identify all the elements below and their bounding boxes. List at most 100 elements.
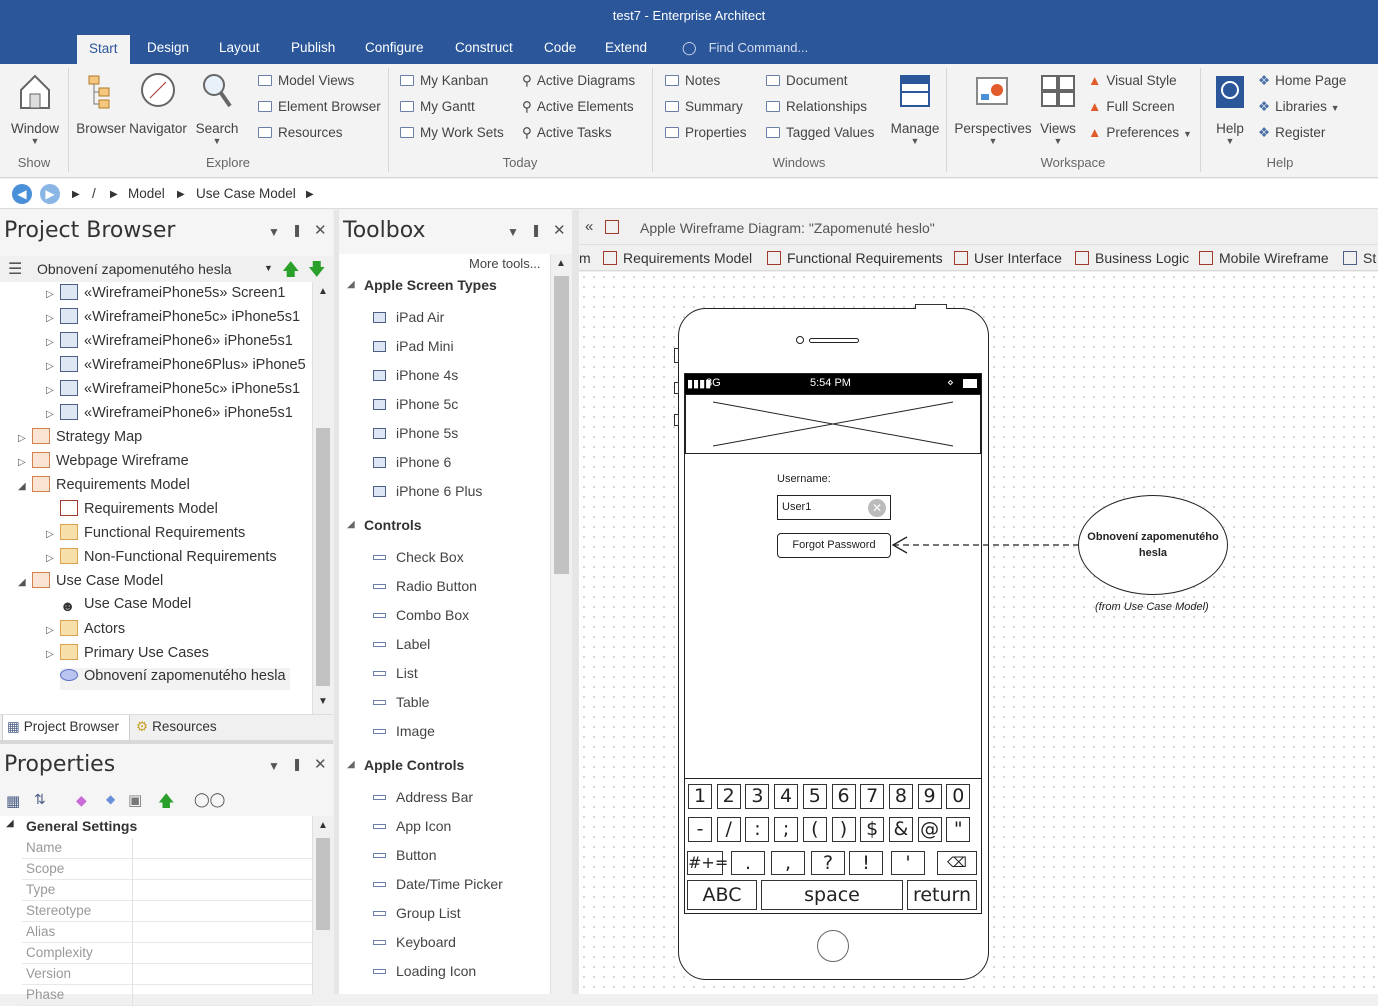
key[interactable]: & bbox=[888, 817, 913, 842]
tree-item[interactable]: ◢ Use Case Model bbox=[18, 572, 163, 594]
summary-button[interactable]: Summary bbox=[665, 99, 743, 114]
visual-style-button[interactable]: ▲ Visual Style bbox=[1088, 73, 1177, 88]
expand-icon[interactable]: ▷ bbox=[18, 433, 32, 444]
scroll-down-icon[interactable]: ▼ bbox=[318, 696, 328, 707]
diagram-canvas[interactable]: ▮▮▮▮ 3G 5:54 PM ⋄ Username: User1 ✕ Forg… bbox=[579, 272, 1378, 994]
key[interactable]: , bbox=[771, 851, 805, 875]
toolbox-item[interactable]: Address Bar bbox=[373, 789, 473, 805]
scroll-thumb[interactable] bbox=[316, 428, 330, 686]
views-button[interactable]: Views ▼ bbox=[1036, 70, 1080, 146]
properties-scrollbar[interactable]: ▲ bbox=[312, 816, 333, 994]
scroll-thumb[interactable] bbox=[316, 838, 330, 930]
toolbox-scrollbar[interactable]: ▲ bbox=[550, 254, 572, 994]
model-views-button[interactable]: Model Views bbox=[258, 73, 354, 88]
find-command[interactable]: ◯ Find Command... bbox=[682, 40, 808, 56]
element-browser-button[interactable]: Element Browser bbox=[258, 99, 381, 114]
preferences-button[interactable]: ▲ Preferences ▼ bbox=[1088, 125, 1192, 140]
tree-item[interactable]: ▷ Strategy Map bbox=[18, 428, 142, 450]
toolbox-item[interactable]: iPhone 5s bbox=[373, 425, 458, 441]
tab-start[interactable]: Start bbox=[77, 35, 130, 64]
key[interactable]: 5 bbox=[802, 784, 827, 809]
toolbox-section[interactable]: Controls bbox=[364, 517, 422, 533]
tab-publish[interactable]: Publish bbox=[287, 40, 339, 55]
collapse-icon[interactable]: ◢ bbox=[347, 519, 355, 530]
expand-icon[interactable]: ▷ bbox=[46, 361, 60, 372]
toolbox-item[interactable]: List bbox=[373, 665, 418, 681]
tab-configure[interactable]: Configure bbox=[361, 40, 428, 55]
tagged-values-button[interactable]: Tagged Values bbox=[766, 125, 874, 140]
tab-construct[interactable]: Construct bbox=[451, 40, 517, 55]
close-icon[interactable]: ✕ bbox=[553, 221, 566, 239]
key[interactable]: ! bbox=[849, 851, 883, 875]
expand-icon[interactable]: ▷ bbox=[46, 529, 60, 540]
toolbox-item[interactable]: iPhone 6 Plus bbox=[373, 483, 482, 499]
expand-icon[interactable]: ▷ bbox=[46, 649, 60, 660]
window-button[interactable]: Window ▼ bbox=[8, 70, 62, 146]
toolbox-item[interactable]: Radio Button bbox=[373, 578, 477, 594]
key[interactable]: 9 bbox=[917, 784, 942, 809]
toolbox-item[interactable]: Button bbox=[373, 847, 436, 863]
tree-item[interactable]: ▷ «WireframeiPhone6» iPhone5s1 bbox=[46, 404, 293, 426]
key[interactable]: 6 bbox=[831, 784, 856, 809]
close-icon[interactable]: ✕ bbox=[314, 755, 327, 773]
property-row[interactable]: Name bbox=[22, 838, 312, 859]
toolbox-item[interactable]: iPhone 4s bbox=[373, 367, 458, 383]
key[interactable]: . bbox=[731, 851, 765, 875]
sort-alpha-icon[interactable]: ⇅ bbox=[34, 791, 46, 808]
key[interactable]: $ bbox=[860, 817, 885, 842]
full-screen-button[interactable]: ▲ Full Screen bbox=[1088, 99, 1175, 114]
collapse-icon[interactable]: ◢ bbox=[347, 759, 355, 770]
dependency-connector[interactable] bbox=[889, 534, 1081, 556]
key[interactable]: ' bbox=[891, 851, 925, 875]
clear-icon[interactable]: ✕ bbox=[868, 499, 886, 517]
diagram-tab[interactable]: m bbox=[579, 250, 591, 266]
active-diagrams-button[interactable]: ⚲ Active Diagrams bbox=[522, 73, 635, 89]
toolbox-item[interactable]: iPad Air bbox=[373, 309, 444, 325]
collapse-icon[interactable]: ◢ bbox=[18, 481, 32, 492]
diagram-tab[interactable]: Requirements Model bbox=[603, 250, 752, 266]
expand-icon[interactable]: ▷ bbox=[18, 457, 32, 468]
tree-item[interactable]: ▷ Webpage Wireframe bbox=[18, 452, 189, 474]
key[interactable]: 0 bbox=[946, 784, 971, 809]
toolbox-item[interactable]: Label bbox=[373, 636, 430, 652]
my-gantt-button[interactable]: My Gantt bbox=[400, 99, 475, 114]
register-button[interactable]: ❖ Register bbox=[1258, 125, 1325, 141]
chevron-right-icon[interactable]: ▶ bbox=[306, 189, 314, 200]
glasses-icon[interactable]: ◯◯ bbox=[194, 791, 225, 808]
my-work-sets-button[interactable]: My Work Sets bbox=[400, 125, 504, 140]
diagram-tab[interactable]: Mobile Wireframe bbox=[1199, 250, 1329, 266]
toolbox-item[interactable]: Image bbox=[373, 723, 435, 739]
manage-button[interactable]: Manage ▼ bbox=[886, 70, 944, 146]
diagram-tab[interactable]: Functional Requirements bbox=[767, 250, 943, 266]
active-elements-button[interactable]: ⚲ Active Elements bbox=[522, 99, 634, 115]
menu-icon[interactable]: ☰ bbox=[8, 259, 22, 279]
expand-icon[interactable]: ▷ bbox=[46, 289, 60, 300]
scroll-thumb[interactable] bbox=[554, 276, 569, 574]
panel-splitter[interactable] bbox=[572, 210, 579, 994]
collapse-icon[interactable]: ◢ bbox=[18, 577, 32, 588]
tree-item[interactable]: Requirements Model bbox=[60, 500, 218, 522]
chevron-down-icon[interactable]: ▼ bbox=[507, 225, 519, 239]
key[interactable]: 1 bbox=[688, 784, 712, 809]
toolbox-item[interactable]: Check Box bbox=[373, 549, 464, 565]
key-return[interactable]: return bbox=[907, 880, 977, 910]
key[interactable]: : bbox=[745, 817, 770, 842]
tree-item[interactable]: ▷ Actors bbox=[46, 620, 125, 642]
property-row[interactable]: Scope bbox=[22, 859, 312, 880]
tag-icon[interactable]: ◆ bbox=[106, 792, 115, 806]
tab-resources[interactable]: ⚙ Resources bbox=[136, 719, 217, 735]
tab-project-browser[interactable]: ▦ Project Browser bbox=[2, 715, 130, 741]
toolbox-section[interactable]: Apple Screen Types bbox=[364, 277, 497, 293]
toolbox-item[interactable]: Combo Box bbox=[373, 607, 469, 623]
tree-item-selected[interactable]: Obnovení zapomenutého hesla bbox=[60, 668, 290, 690]
key[interactable]: 3 bbox=[745, 784, 770, 809]
tree-item[interactable]: ▷ Non-Functional Requirements bbox=[46, 548, 277, 570]
expand-icon[interactable]: ▷ bbox=[46, 385, 60, 396]
key[interactable]: 7 bbox=[860, 784, 885, 809]
use-case-ellipse[interactable]: Obnovení zapomenutého hesla bbox=[1078, 495, 1228, 595]
tab-extend[interactable]: Extend bbox=[601, 40, 651, 55]
toolbox-item[interactable]: Keyboard bbox=[373, 934, 456, 950]
navigate-up-icon[interactable]: 🡅 bbox=[158, 790, 174, 817]
notes-button[interactable]: Notes bbox=[665, 73, 720, 88]
tree-item[interactable]: ▷ «WireframeiPhone5c» iPhone5s1 bbox=[46, 380, 300, 402]
